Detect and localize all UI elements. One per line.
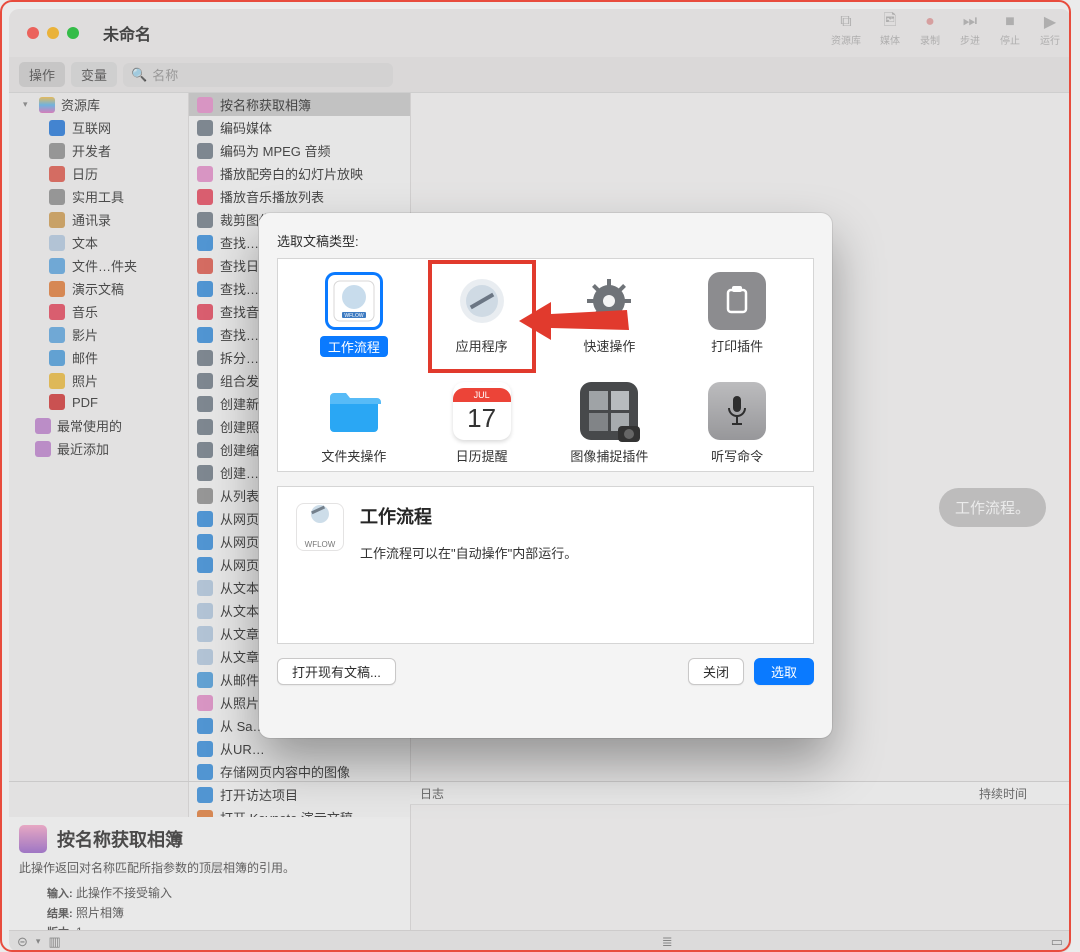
type-label: 工作流程	[320, 336, 388, 357]
type-label: 打印插件	[711, 336, 763, 355]
open-existing-button[interactable]: 打开现有文稿...	[277, 658, 396, 685]
close-button[interactable]: 关闭	[688, 658, 744, 685]
type-label: 图像捕捉插件	[570, 446, 648, 465]
annotation-arrow	[519, 294, 629, 349]
type-label: 日历提醒	[456, 446, 508, 465]
desc-text: 工作流程可以在"自动操作"内部运行。	[360, 543, 577, 562]
image-capture-icon	[580, 382, 638, 440]
type-print-plugin[interactable]: 打印插件	[673, 269, 801, 357]
workflow-doc-icon: WFLOW	[296, 503, 344, 551]
type-folder-action[interactable]: 文件夹操作	[290, 379, 418, 465]
type-dictation-command[interactable]: 听写命令	[673, 379, 801, 465]
microphone-icon	[708, 382, 766, 440]
folder-icon	[325, 382, 383, 440]
type-workflow[interactable]: WFLOW 工作流程	[290, 269, 418, 357]
type-calendar-alarm[interactable]: JUL17 日历提醒	[418, 379, 546, 465]
document-type-grid: WFLOW 工作流程 应用程序 快速操作 打印插件	[277, 258, 814, 472]
document-type-dialog: 选取文稿类型: WFLOW 工作流程 应用程序 快速操作 打印插件	[259, 213, 832, 738]
printer-icon	[708, 272, 766, 330]
workflow-icon: WFLOW	[325, 272, 383, 330]
type-image-capture-plugin[interactable]: 图像捕捉插件	[546, 379, 674, 465]
type-description-box: WFLOW 工作流程 工作流程可以在"自动操作"内部运行。	[277, 486, 814, 644]
choose-button[interactable]: 选取	[754, 658, 814, 685]
desc-title: 工作流程	[360, 503, 577, 529]
calendar-icon: JUL17	[453, 382, 511, 440]
svg-text:WFLOW: WFLOW	[344, 313, 363, 319]
type-label: 听写命令	[711, 446, 763, 465]
type-label: 文件夹操作	[321, 446, 386, 465]
dialog-title: 选取文稿类型:	[277, 231, 814, 250]
